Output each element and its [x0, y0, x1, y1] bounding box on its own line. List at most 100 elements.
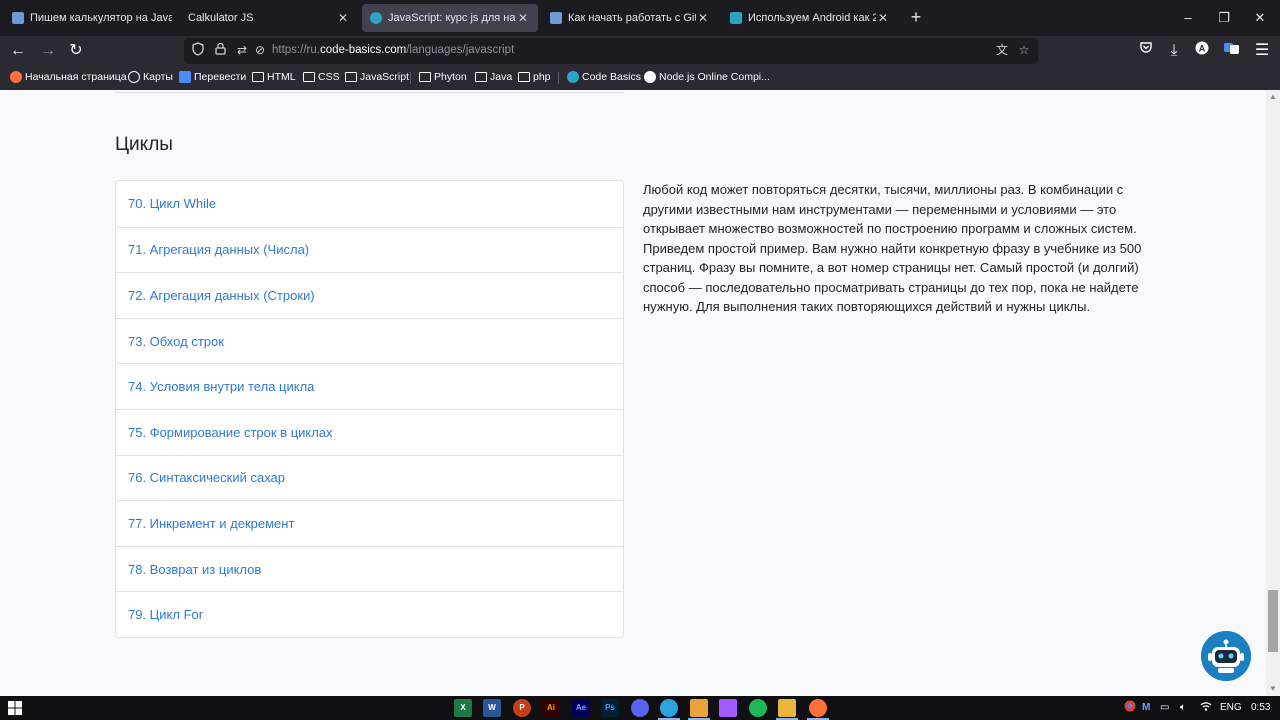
bookmark-nodejs-compiler[interactable]: Node.js Online Compi...	[644, 71, 770, 83]
reload-icon[interactable]: ↻	[66, 41, 86, 61]
downloads-icon[interactable]: ⤓	[1164, 41, 1184, 61]
code-basics-favicon-icon	[370, 12, 382, 24]
restore-icon[interactable]: ❐	[1214, 8, 1234, 28]
tab-calculator-article[interactable]: Пишем калькулятор на JavaSc	[4, 4, 180, 32]
folder-icon	[475, 72, 487, 82]
excel-icon[interactable]: X	[454, 699, 472, 717]
bookmark-folder-java[interactable]: Java	[475, 71, 512, 83]
page-scrollbar[interactable]: ▲ ▼	[1266, 90, 1280, 696]
firefox-icon	[10, 71, 22, 83]
site-favicon-icon	[730, 12, 742, 24]
discord-icon[interactable]	[631, 699, 649, 717]
scrollbar-thumb[interactable]	[1268, 590, 1278, 652]
url-bar[interactable]: ⇄ ⊘ https://ru.code-basics.com/languages…	[184, 38, 1038, 64]
bookmark-folder-javascript[interactable]: JavaScript	[345, 71, 409, 83]
folder-icon	[518, 72, 530, 82]
bookmark-folder-phyton[interactable]: Phyton	[419, 71, 467, 83]
telegram-icon[interactable]	[660, 699, 678, 717]
scroll-down-arrow-icon[interactable]: ▼	[1266, 682, 1280, 696]
scroll-up-arrow-icon[interactable]: ▲	[1266, 90, 1280, 104]
autoplay-blocked-icon[interactable]: ⊘	[252, 42, 268, 58]
close-tab-icon[interactable]: ✕	[516, 11, 530, 25]
back-arrow-icon[interactable]: ←	[8, 41, 28, 61]
language-indicator[interactable]: ENG	[1220, 700, 1242, 716]
lesson-link[interactable]: 72. Агрегация данных (Строки)	[116, 272, 623, 318]
bookmark-folder-css[interactable]: CSS	[303, 71, 340, 83]
file-explorer-icon[interactable]	[778, 699, 796, 717]
bookmark-folder-html[interactable]: HTML	[252, 71, 296, 83]
lock-icon[interactable]	[212, 42, 228, 58]
lesson-link[interactable]: 74. Условия внутри тела цикла	[116, 363, 623, 409]
lesson-link[interactable]: 70. Цикл While	[116, 181, 623, 227]
tab-calculator-js[interactable]: Calkulator JS ✕	[180, 4, 358, 32]
bookmark-translate[interactable]: Перевести	[179, 71, 246, 83]
bookmarks-bar: Начальная страница Карты Перевести HTML …	[0, 66, 1280, 90]
bookmark-home[interactable]: Начальная страница	[10, 71, 127, 83]
translate-page-icon[interactable]: 文	[994, 42, 1010, 58]
tray-display-icon[interactable]: ▭	[1160, 700, 1169, 716]
volume-icon[interactable]: 🔈︎	[1180, 700, 1186, 716]
close-tab-icon[interactable]: ✕	[876, 11, 890, 25]
pocket-icon[interactable]	[1136, 41, 1156, 61]
spotify-icon[interactable]	[749, 699, 767, 717]
folder-icon	[419, 72, 431, 82]
lesson-link[interactable]: 76. Синтаксический сахар	[116, 454, 623, 501]
navigation-bar: ← → ↻ ⇄ ⊘ https://ru.code-basics.com/lan…	[0, 36, 1280, 66]
close-window-icon[interactable]: ✕	[1250, 8, 1270, 28]
tray-m-icon[interactable]: M	[1142, 700, 1150, 716]
section-description: Любой код может повторяться десятки, тыс…	[643, 182, 1142, 314]
close-tab-icon[interactable]: ✕	[696, 11, 710, 25]
bookmark-star-icon[interactable]: ☆	[1016, 42, 1032, 58]
folder-icon	[345, 72, 357, 82]
permissions-icon[interactable]: ⇄	[234, 42, 250, 58]
tab-javascript-course[interactable]: JavaScript: курс js для начинаю ✕	[362, 4, 538, 32]
url-text[interactable]: https://ru.code-basics.com/languages/jav…	[272, 44, 514, 56]
sublime-icon[interactable]	[690, 699, 708, 717]
figma-icon[interactable]	[719, 699, 737, 717]
photoshop-icon[interactable]: Ps	[601, 699, 619, 717]
tab-android-monitor[interactable]: Используем Android как 2-й м ✕	[722, 4, 898, 32]
translate-extension-icon[interactable]	[1222, 41, 1242, 61]
chat-bot-button[interactable]	[1201, 631, 1251, 681]
close-tab-icon[interactable]: ✕	[336, 11, 350, 25]
tab-github-article[interactable]: Как начать работать с GitHub: ✕	[542, 4, 718, 32]
illustrator-icon[interactable]: Ai	[542, 699, 560, 717]
word-icon[interactable]: W	[483, 699, 501, 717]
lesson-link[interactable]: 71. Агрегация данных (Числа)	[116, 226, 623, 273]
section-title: Циклы	[115, 134, 173, 155]
firefox-taskbar-icon[interactable]	[809, 699, 827, 717]
bookmark-maps[interactable]: Карты	[128, 71, 173, 83]
windows-taskbar: X W P Ai Ae Ps M ▭ 🔈︎ ENG 0:53	[0, 696, 1280, 720]
bookmark-separator	[410, 72, 411, 84]
powerpoint-icon[interactable]: P	[513, 699, 531, 717]
lesson-link[interactable]: 79. Цикл For	[116, 591, 623, 637]
lesson-link[interactable]: 77. Инкремент и декремент	[116, 500, 623, 546]
page-content: Циклы 70. Цикл While 71. Агрегация данны…	[0, 90, 1266, 696]
bookmark-folder-php[interactable]: php	[518, 71, 551, 83]
tray-chrome-icon[interactable]	[1124, 700, 1136, 718]
new-tab-button[interactable]: +	[906, 8, 926, 28]
tab-bar: Пишем калькулятор на JavaSc Calkulator J…	[0, 0, 1280, 36]
wifi-icon[interactable]	[1200, 700, 1212, 718]
minimize-icon[interactable]: –	[1178, 8, 1198, 28]
after-effects-icon[interactable]: Ae	[572, 699, 590, 717]
clock[interactable]: 0:53	[1251, 700, 1270, 716]
code-basics-icon	[567, 71, 579, 83]
site-favicon-icon	[550, 12, 562, 24]
menu-icon[interactable]: ☰	[1252, 41, 1272, 61]
bookmark-code-basics[interactable]: Code Basics	[567, 71, 641, 83]
previous-section-bottom	[115, 90, 624, 93]
bookmark-separator	[558, 72, 559, 84]
lesson-link[interactable]: 75. Формирование строк в циклах	[116, 408, 623, 455]
folder-icon	[303, 72, 315, 82]
tracking-shield-icon[interactable]	[190, 42, 206, 58]
lesson-link[interactable]: 73. Обход строк	[116, 317, 623, 364]
account-avatar-icon[interactable]: A	[1192, 41, 1212, 61]
lesson-list: 70. Цикл While 71. Агрегация данных (Чис…	[115, 180, 624, 638]
lesson-link[interactable]: 78. Возврат из циклов	[116, 545, 623, 592]
globe-icon	[128, 71, 140, 83]
windows-start-icon[interactable]	[8, 701, 22, 715]
svg-text:A: A	[1199, 44, 1206, 54]
robot-icon	[1201, 631, 1251, 681]
forward-arrow-icon[interactable]: →	[38, 41, 58, 61]
